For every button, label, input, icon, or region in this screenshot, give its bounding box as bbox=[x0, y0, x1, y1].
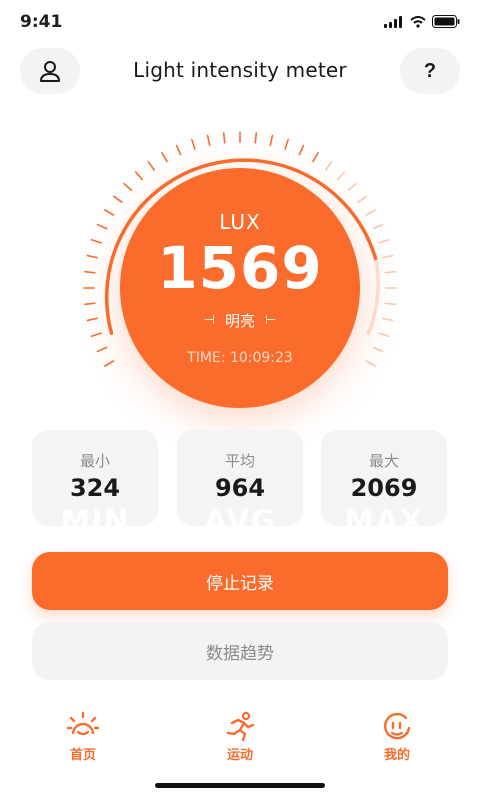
meter-tick bbox=[161, 152, 168, 163]
meter-tick bbox=[112, 195, 123, 203]
data-trend-button[interactable]: 数据趋势 bbox=[32, 622, 448, 680]
measure-time: TIME: 10:09:23 bbox=[187, 350, 293, 366]
tab-label: 首页 bbox=[69, 748, 96, 763]
meter-tick bbox=[96, 223, 108, 230]
stat-value: 2069 bbox=[350, 474, 418, 502]
lux-value: 1569 bbox=[157, 234, 323, 302]
meter-tick bbox=[90, 332, 102, 338]
home-indicator bbox=[155, 783, 325, 788]
bracket-left-icon: ⊣ bbox=[203, 313, 215, 328]
smile-icon bbox=[383, 712, 411, 740]
brightness-level: ⊣ 明亮 ⊢ bbox=[120, 310, 360, 331]
stat-label: 平均 bbox=[224, 452, 255, 470]
meter-tick bbox=[222, 132, 226, 144]
stat-watermark: MAX bbox=[344, 504, 424, 526]
meter-tick bbox=[378, 332, 390, 338]
sun-icon bbox=[67, 712, 99, 736]
meter-tick bbox=[384, 302, 396, 306]
meter-tick bbox=[254, 132, 258, 144]
meter-track-arc bbox=[366, 259, 380, 336]
meter-tick bbox=[382, 317, 394, 322]
stat-value: 964 bbox=[214, 474, 266, 502]
battery-icon bbox=[432, 15, 460, 28]
meter-tick bbox=[123, 182, 133, 192]
meter-tick bbox=[365, 209, 376, 216]
meter-tick bbox=[336, 171, 346, 181]
meter-tick bbox=[284, 138, 290, 150]
meter-tick bbox=[372, 346, 384, 353]
meter-tick bbox=[84, 302, 96, 306]
meter-unit: LUX bbox=[219, 210, 261, 234]
meter-tick bbox=[90, 238, 102, 244]
status-icons bbox=[384, 15, 460, 28]
meter-tick bbox=[86, 317, 98, 322]
meter-tick bbox=[147, 160, 155, 171]
meter-tick bbox=[312, 152, 319, 163]
wifi-icon bbox=[410, 15, 426, 28]
stat-value: 324 bbox=[69, 474, 121, 502]
meter-tick bbox=[357, 195, 368, 203]
brightness-level-text: 明亮 bbox=[224, 312, 255, 330]
stat-card-avg: 平均 964 AVG bbox=[177, 430, 303, 526]
meter-tick bbox=[86, 254, 98, 259]
meter-tick bbox=[382, 254, 394, 259]
tab-label: 运动 bbox=[226, 748, 253, 763]
tab-label: 我的 bbox=[383, 748, 410, 763]
stat-watermark: MIN bbox=[60, 504, 130, 526]
meter-tick bbox=[190, 138, 196, 150]
tab-mine[interactable]: 我的 bbox=[347, 708, 447, 768]
meter-tick bbox=[378, 238, 390, 244]
tab-bar: 首页 运动 我的 bbox=[0, 708, 480, 768]
meter-tick bbox=[96, 346, 108, 353]
help-button[interactable]: ? bbox=[400, 48, 460, 94]
meter-tick bbox=[384, 270, 396, 274]
meter-tick bbox=[175, 144, 182, 156]
meter-tick bbox=[347, 182, 357, 192]
running-icon bbox=[226, 712, 255, 742]
meter-tick bbox=[104, 209, 115, 216]
stat-label: 最小 bbox=[79, 452, 110, 470]
tab-home[interactable]: 首页 bbox=[33, 708, 133, 768]
tab-sport[interactable]: 运动 bbox=[190, 708, 290, 768]
stat-card-max: 最大 2069 MAX bbox=[321, 430, 447, 526]
meter-tick bbox=[325, 160, 333, 171]
stat-label: 最大 bbox=[368, 452, 399, 470]
stat-card-min: 最小 324 MIN bbox=[32, 430, 158, 526]
meter-tick bbox=[206, 134, 211, 146]
bracket-right-icon: ⊢ bbox=[265, 313, 277, 328]
meter-tick bbox=[298, 144, 305, 156]
status-bar: 9:41 bbox=[0, 0, 480, 44]
meter-tick bbox=[365, 360, 376, 367]
light-meter: LUX 1569 ⊣ 明亮 ⊢ TIME: 10:09:23 bbox=[60, 120, 420, 420]
status-time: 9:41 bbox=[20, 12, 63, 32]
stop-recording-button[interactable]: 停止记录 bbox=[32, 552, 448, 610]
meter-reading-circle: LUX 1569 ⊣ 明亮 ⊢ TIME: 10:09:23 bbox=[120, 168, 360, 408]
meter-tick bbox=[84, 270, 96, 274]
meter-tick bbox=[134, 171, 144, 181]
meter-tick bbox=[104, 360, 115, 367]
signal-icon bbox=[384, 15, 402, 28]
meter-tick bbox=[372, 223, 384, 230]
meter-tick bbox=[269, 134, 274, 146]
stat-watermark: AVG bbox=[203, 504, 277, 526]
